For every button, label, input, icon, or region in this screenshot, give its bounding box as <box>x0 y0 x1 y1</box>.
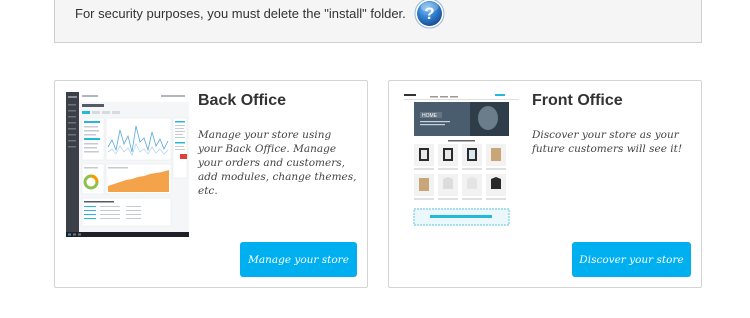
security-notice: For security purposes, you must delete t… <box>54 0 702 43</box>
back-office-title: Back Office <box>198 92 287 109</box>
front-office-thumbnail: HOME <box>400 92 523 237</box>
manage-store-button[interactable]: Manage your store <box>240 242 357 277</box>
storefront-screenshot-image: HOME <box>400 92 523 237</box>
back-office-description: Manage your store using your Back Office… <box>198 129 357 197</box>
back-office-thumbnail <box>66 92 189 237</box>
notice-text: For security purposes, you must delete t… <box>75 6 406 21</box>
help-icon[interactable]: ? <box>414 0 445 29</box>
front-office-title: Front Office <box>532 92 623 109</box>
front-office-description: Discover your store as your future custo… <box>532 129 683 155</box>
svg-text:?: ? <box>424 4 434 23</box>
back-office-card: Back Office Manage your store using your… <box>54 80 368 288</box>
front-office-card: HOME Front Office Discover your store as… <box>388 80 702 288</box>
discover-store-button[interactable]: Discover your store <box>572 242 691 277</box>
svg-text:HOME: HOME <box>422 113 438 119</box>
dashboard-screenshot-image <box>66 92 189 237</box>
